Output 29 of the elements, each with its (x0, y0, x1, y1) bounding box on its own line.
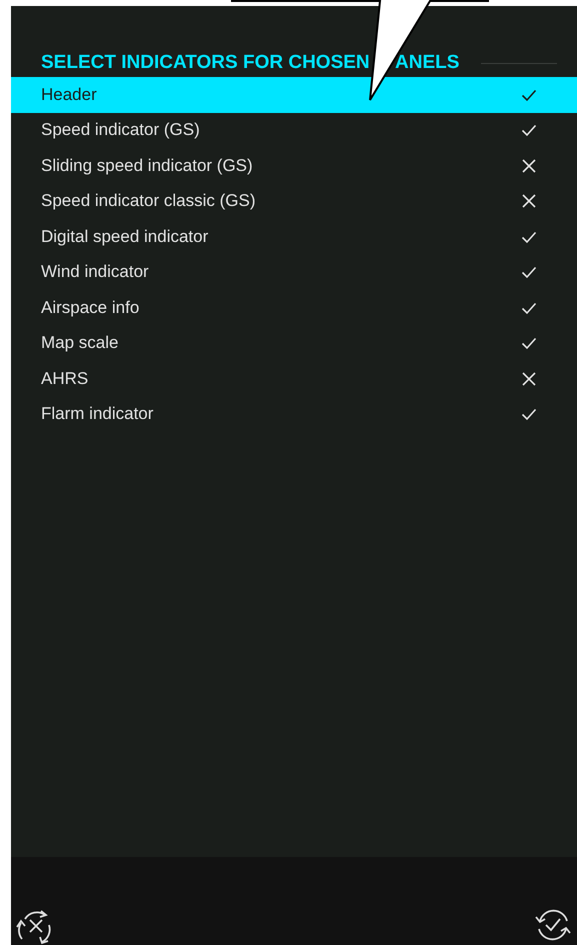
section-title: ANELS (395, 52, 460, 74)
item-label: Digital speed indicator (41, 226, 208, 247)
item-label: Speed indicator (GS) (41, 120, 200, 140)
list-item[interactable]: Header (11, 77, 577, 112)
item-label: Airspace info (41, 298, 140, 318)
list-item[interactable]: Wind indicator (11, 254, 577, 290)
item-label: Header (41, 84, 97, 105)
list-item[interactable]: Sliding speed indicator (GS) (11, 148, 577, 184)
list-item[interactable]: Map scale (11, 326, 577, 361)
list-item[interactable]: Speed indicator (GS) (11, 112, 577, 148)
check-icon[interactable] (521, 335, 537, 352)
list-item[interactable]: Airspace info (11, 290, 577, 326)
cross-icon[interactable] (521, 193, 537, 210)
check-icon[interactable] (521, 406, 537, 422)
item-label: AHRS (41, 368, 88, 389)
item-label: Map scale (41, 333, 118, 354)
cross-icon[interactable] (521, 158, 537, 174)
list-item[interactable]: Speed indicator classic (GS) (11, 184, 577, 219)
check-icon[interactable] (521, 264, 537, 280)
check-icon[interactable] (521, 122, 537, 138)
list-item[interactable]: Digital speed indicator (11, 219, 577, 254)
item-label: Speed indicator classic (GS) (41, 191, 256, 212)
cross-icon[interactable] (521, 370, 537, 387)
item-label: Flarm indicator (41, 404, 154, 424)
item-label: Sliding speed indicator (GS) (41, 156, 253, 176)
item-label: Wind indicator (41, 262, 149, 282)
list-item[interactable]: Flarm indicator (11, 396, 577, 432)
list-item[interactable]: AHRS (11, 361, 577, 396)
section-title: SELECT INDICATORS FOR CHOSEN (41, 52, 371, 74)
